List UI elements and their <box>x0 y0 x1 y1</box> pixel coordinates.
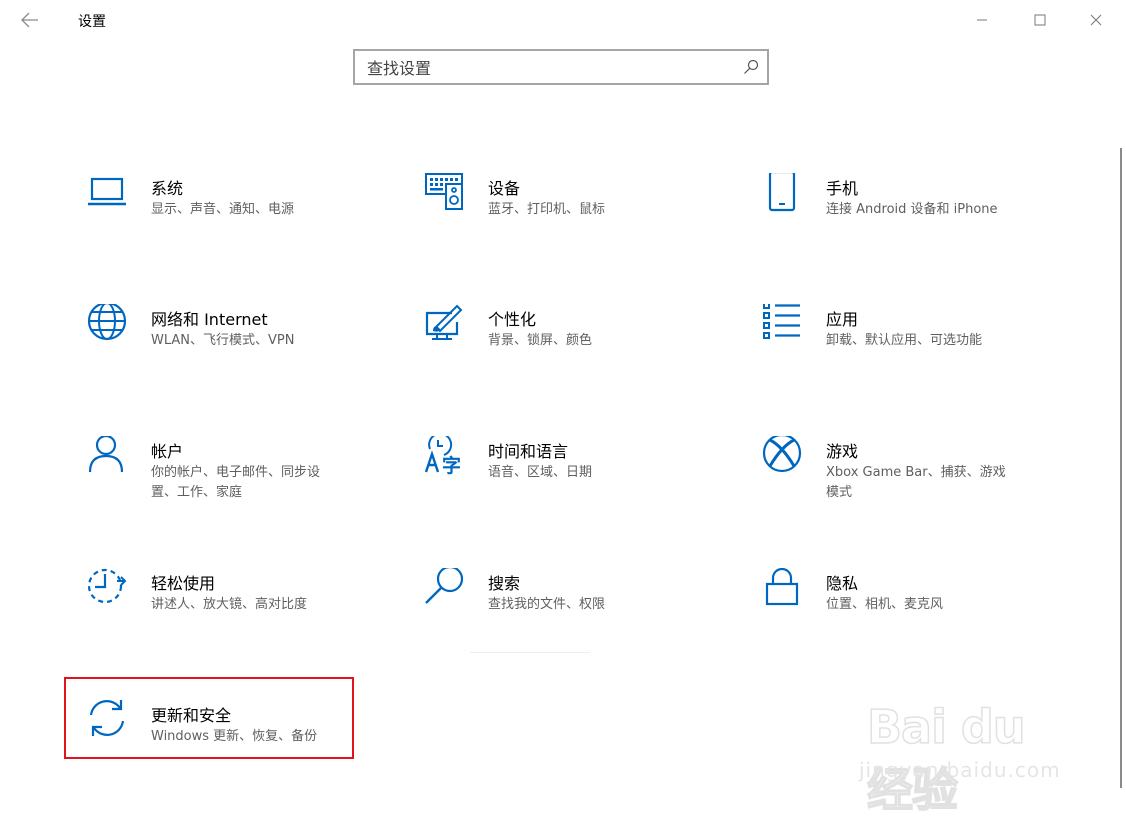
tile-title: 个性化 <box>488 310 537 329</box>
tile-description: 查找我的文件、权限 <box>488 597 606 612</box>
minimize-button[interactable] <box>962 6 1002 34</box>
tile-title: 设备 <box>488 179 521 198</box>
tile-title: 轻松使用 <box>151 574 216 593</box>
magnifier-icon <box>425 568 464 604</box>
paint-screen-icon <box>425 304 463 340</box>
time-language-icon: 字 <box>424 436 461 477</box>
phone-icon <box>768 173 796 212</box>
tile-personalization[interactable]: 个性化 背景、锁屏、颜色 <box>424 304 724 394</box>
tile-description: 你的帐户、电子邮件、同步设 置、工作、家庭 <box>151 463 320 503</box>
back-arrow-icon <box>21 12 38 28</box>
tile-description-line: 模式 <box>826 485 853 500</box>
tile-title: 时间和语言 <box>488 442 569 461</box>
tile-network[interactable]: 网络和 Internet WLAN、飞行模式、VPN <box>87 304 387 394</box>
ease-of-access-icon <box>87 568 127 604</box>
scrollbar[interactable] <box>1120 148 1122 788</box>
tile-ease-of-access[interactable]: 轻松使用 讲述人、放大镜、高对比度 <box>87 568 387 658</box>
tile-title: 游戏 <box>826 442 859 461</box>
tile-description: Xbox Game Bar、捕获、游戏 模式 <box>826 463 1006 503</box>
tile-description-line: Xbox Game Bar、捕获、游戏 <box>826 465 1006 480</box>
sync-arrows-icon <box>89 700 125 736</box>
tile-description: 背景、锁屏、颜色 <box>488 333 593 348</box>
tile-search[interactable]: 搜索 查找我的文件、权限 <box>424 568 724 658</box>
tile-accounts[interactable]: 帐户 你的帐户、电子邮件、同步设 置、工作、家庭 <box>87 436 387 526</box>
tile-description-line: 置、工作、家庭 <box>151 485 243 500</box>
watermark-url: jingyan.baidu.com <box>859 758 1061 782</box>
apps-list-icon <box>763 304 800 339</box>
maximize-button[interactable] <box>1020 6 1060 34</box>
tile-description: 讲述人、放大镜、高对比度 <box>151 597 308 612</box>
tile-title: 帐户 <box>151 442 184 461</box>
tile-devices[interactable]: 设备 蓝牙、打印机、鼠标 <box>424 173 724 263</box>
tile-apps[interactable]: 应用 卸载、默认应用、可选功能 <box>762 304 1062 394</box>
close-icon <box>1090 14 1102 26</box>
minimize-icon <box>977 19 987 21</box>
tile-title: 网络和 Internet <box>151 310 268 329</box>
keyboard-speaker-icon <box>425 173 463 210</box>
xbox-icon <box>762 436 802 473</box>
baidu-watermark: Bai du 经验 jingyan.baidu.com <box>855 690 1075 818</box>
tile-title: 手机 <box>826 179 859 198</box>
tile-description: 语音、区域、日期 <box>488 465 593 480</box>
tile-phone[interactable]: 手机 连接 Android 设备和 iPhone <box>762 173 1062 263</box>
tile-title: 系统 <box>151 179 184 198</box>
tile-description: WLAN、飞行模式、VPN <box>151 333 295 348</box>
search-input[interactable] <box>367 57 727 79</box>
title-bar: 设置 <box>0 0 1126 40</box>
maximize-icon <box>1034 14 1046 26</box>
lock-icon <box>765 568 799 606</box>
tile-description: 位置、相机、麦克风 <box>826 597 944 612</box>
tile-gaming[interactable]: 游戏 Xbox Game Bar、捕获、游戏 模式 <box>762 436 1062 526</box>
tile-title: 搜索 <box>488 574 521 593</box>
close-button[interactable] <box>1076 6 1116 34</box>
tile-title: 应用 <box>826 310 859 329</box>
search-icon[interactable] <box>743 59 759 75</box>
tile-title: 隐私 <box>826 574 859 593</box>
tile-system[interactable]: 系统 显示、声音、通知、电源 <box>87 173 387 263</box>
person-icon <box>88 436 124 473</box>
tile-description: 显示、声音、通知、电源 <box>151 202 295 217</box>
tile-description: 卸载、默认应用、可选功能 <box>826 333 983 348</box>
tile-description: 蓝牙、打印机、鼠标 <box>488 202 606 217</box>
tile-privacy[interactable]: 隐私 位置、相机、麦克风 <box>762 568 1062 658</box>
tile-time-language[interactable]: 字 时间和语言 语音、区域、日期 <box>424 436 724 526</box>
laptop-icon <box>88 177 126 206</box>
tile-description-line: 你的帐户、电子邮件、同步设 <box>151 465 321 480</box>
divider <box>470 652 590 653</box>
tile-title: 更新和安全 <box>151 706 232 725</box>
tile-update-security[interactable]: 更新和安全 Windows 更新、恢复、备份 <box>87 700 387 790</box>
search-box[interactable] <box>353 49 769 85</box>
window-title: 设置 <box>78 14 106 30</box>
svg-text:字: 字 <box>442 454 461 477</box>
globe-icon <box>87 304 127 341</box>
back-button[interactable] <box>14 6 46 34</box>
tile-description: Windows 更新、恢复、备份 <box>151 729 318 744</box>
tile-description: 连接 Android 设备和 iPhone <box>826 202 998 217</box>
